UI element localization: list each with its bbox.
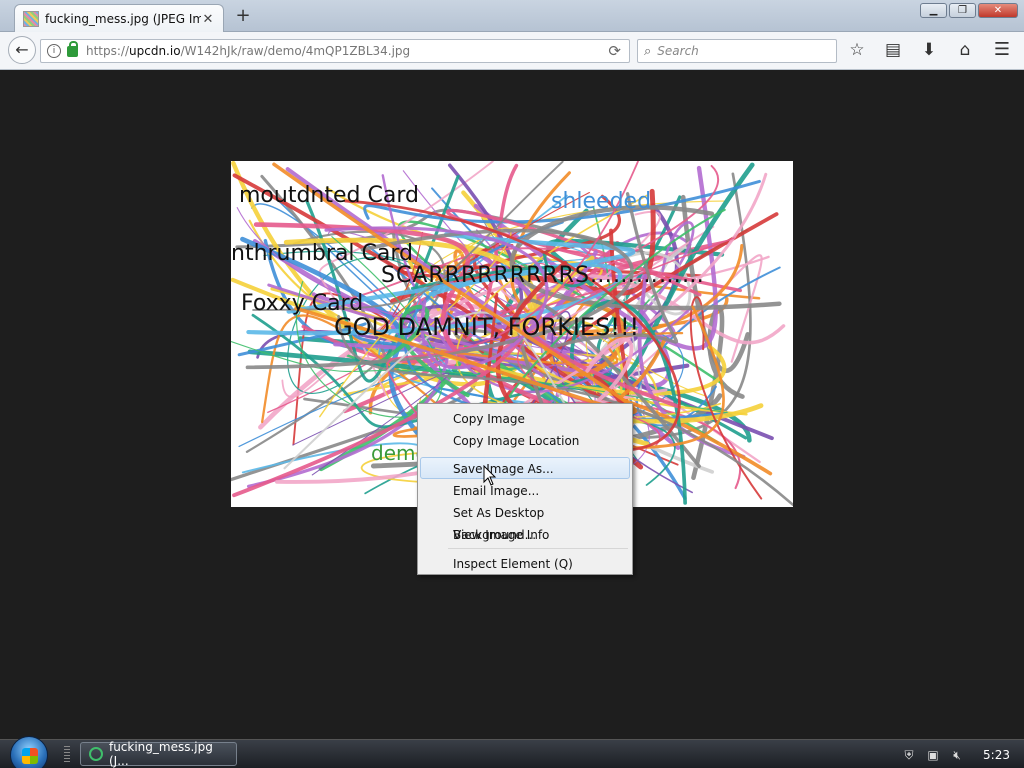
image-favicon-icon <box>23 11 39 27</box>
clock[interactable]: 5:23 <box>983 748 1010 762</box>
toolbar-icons: ☆ ▤ ⬇ ⌂ <box>845 38 977 62</box>
home-icon[interactable]: ⌂ <box>953 38 977 62</box>
taskbar-item-label: fucking_mess.jpg (J... <box>108 740 213 768</box>
network-icon[interactable]: ▣ <box>925 747 941 763</box>
context-menu: Copy Image Copy Image Location Save Imag… <box>417 403 633 575</box>
volume-muted-icon[interactable]: 🔇︎ <box>949 747 965 763</box>
hamburger-menu-icon[interactable]: ☰ <box>990 38 1014 62</box>
maximize-button[interactable]: ❐ <box>949 3 976 18</box>
browser-app-icon <box>89 747 103 761</box>
taskbar-grip[interactable] <box>64 746 70 763</box>
url-bar[interactable]: i https://upcdn.io/W142hJk/raw/demo/4mQP… <box>40 39 630 63</box>
new-tab-button[interactable]: + <box>233 6 253 26</box>
menu-item-copy-image[interactable]: Copy Image <box>420 407 630 429</box>
image-text-line5: GOD DAMNIT, FORKIES!!! <box>334 313 640 341</box>
menu-item-inspect-element[interactable]: Inspect Element (Q) <box>420 552 630 574</box>
search-icon: ⌕ <box>644 43 652 59</box>
image-text-line6: shleeded <box>551 189 652 214</box>
minimize-button[interactable]: ▁ <box>920 3 947 18</box>
menu-item-copy-image-location[interactable]: Copy Image Location <box>420 429 630 451</box>
menu-item-set-desktop-background[interactable]: Set As Desktop Background... <box>420 501 630 542</box>
url-prefix: https:// <box>86 44 130 58</box>
close-window-button[interactable]: ✕ <box>978 3 1018 18</box>
tab-strip: fucking_mess.jpg (JPEG Ima ✕ + ▁ ❐ ✕ <box>0 0 1024 33</box>
taskbar: fucking_mess.jpg (J... ⛨ ▣ 🔇︎ 5:23 <box>0 736 1024 768</box>
url-text: https://upcdn.io/W142hJk/raw/demo/4mQP1Z… <box>86 44 410 58</box>
mouse-cursor-icon <box>483 465 497 486</box>
navigation-toolbar: ← i https://upcdn.io/W142hJk/raw/demo/4m… <box>0 32 1024 70</box>
menu-item-view-image-info[interactable]: View Image Info <box>420 523 630 545</box>
start-button[interactable] <box>10 736 48 768</box>
tab-close-icon[interactable]: ✕ <box>201 12 215 27</box>
url-host: upcdn.io <box>129 44 181 58</box>
taskbar-firefox-item[interactable]: fucking_mess.jpg (J... <box>80 740 237 768</box>
lock-icon[interactable] <box>67 40 78 57</box>
tab-active[interactable]: fucking_mess.jpg (JPEG Ima ✕ <box>14 4 224 33</box>
menu-separator <box>448 548 628 549</box>
image-text-line3: SCARRRRRRRRRS…………… <box>381 263 705 288</box>
search-placeholder: Search <box>657 44 699 58</box>
bookmark-star-icon[interactable]: ☆ <box>845 38 869 62</box>
reading-list-icon[interactable]: ▤ <box>881 38 905 62</box>
url-path: /W142hJk/raw/demo/4mQP1ZBL34.jpg <box>180 44 411 58</box>
image-text-line1: moutdnted Card <box>239 183 419 208</box>
back-arrow-icon: ← <box>15 40 29 59</box>
window-controls: ▁ ❐ ✕ <box>920 3 1018 18</box>
security-shield-icon[interactable]: ⛨ <box>901 747 917 763</box>
search-input[interactable]: ⌕ Search <box>637 39 837 63</box>
downloads-icon[interactable]: ⬇ <box>917 38 941 62</box>
menu-item-save-image-as[interactable]: Save Image As... <box>420 457 630 479</box>
info-icon[interactable]: i <box>47 44 61 58</box>
system-tray: ⛨ ▣ 🔇︎ 5:23 <box>901 740 1024 768</box>
menu-item-email-image[interactable]: Email Image... <box>420 479 630 501</box>
back-button[interactable]: ← <box>8 36 36 64</box>
tab-title: fucking_mess.jpg (JPEG Ima <box>45 12 201 26</box>
reload-icon[interactable]: ⟳ <box>608 42 621 60</box>
